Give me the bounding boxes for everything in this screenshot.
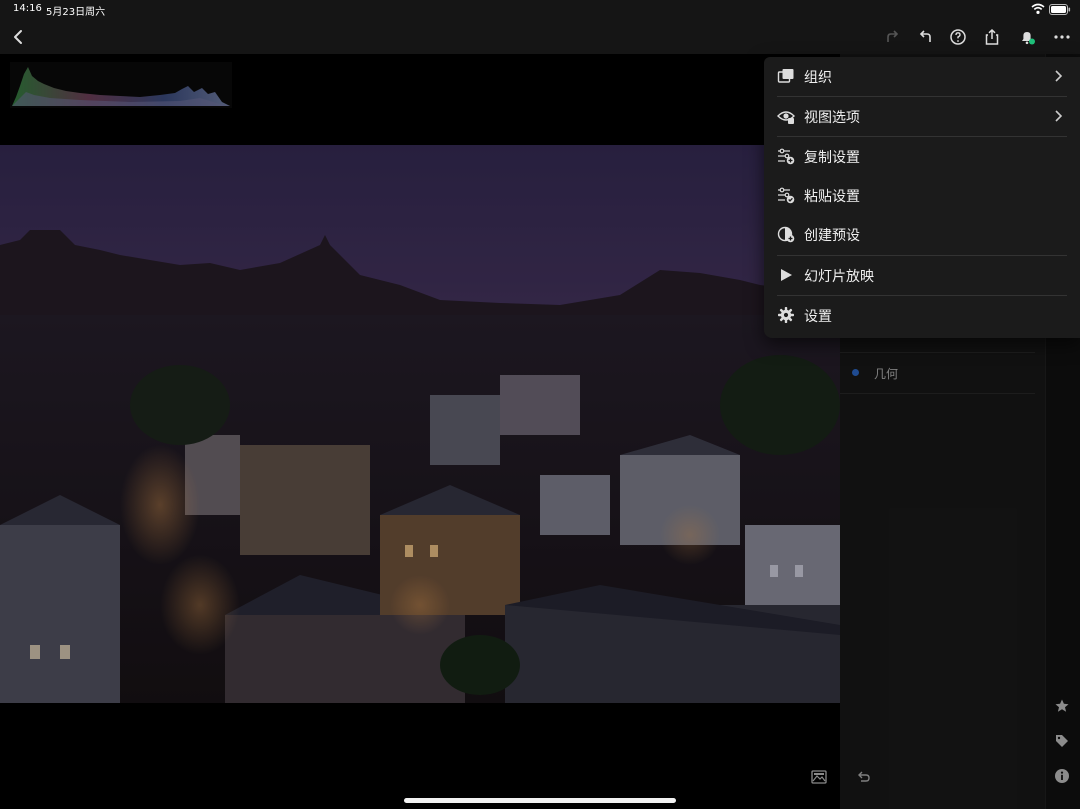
status-date: 5月23日周六 [46, 7, 106, 18]
share-icon[interactable] [982, 27, 1002, 47]
panel-divider [840, 393, 1035, 394]
compare-view-icon[interactable] [811, 769, 827, 785]
photo-city-dusk [0, 145, 840, 703]
home-indicator[interactable] [404, 798, 676, 803]
status-time: 14:16 [13, 3, 42, 14]
menu-item-create-preset[interactable]: 创建预设 [764, 215, 1080, 254]
reset-icon[interactable] [856, 769, 872, 785]
panel-item-indicator [852, 369, 859, 376]
wifi-icon [1031, 3, 1045, 14]
menu-item-copy-settings[interactable]: 复制设置 [764, 137, 1080, 176]
battery-icon [1049, 4, 1071, 15]
tag-icon[interactable] [1054, 733, 1070, 749]
info-icon[interactable] [1054, 768, 1070, 784]
menu-item-slideshow[interactable]: 幻灯片放映 [764, 256, 1080, 295]
help-icon[interactable] [948, 27, 968, 47]
more-options-menu: 组织 视图选项 复制设置 粘贴设置 创建预设 幻灯片放映 设置 [764, 57, 1080, 338]
histogram [10, 62, 232, 108]
menu-item-label: 粘贴设置 [804, 189, 860, 205]
notification-bell-icon[interactable] [1017, 27, 1037, 47]
menu-item-label: 设置 [804, 309, 832, 325]
menu-item-label: 复制设置 [804, 150, 860, 166]
star-icon[interactable] [1054, 698, 1070, 714]
create-preset-icon [777, 226, 795, 243]
chevron-right-icon [1055, 110, 1063, 122]
status-bar: 14:16 5月23日周六 [0, 0, 1080, 20]
menu-item-view-options[interactable]: 视图选项 [764, 97, 1080, 136]
paste-settings-icon [778, 187, 795, 204]
menu-item-organize[interactable]: 组织 [764, 57, 1080, 96]
app-root: 14:16 5月23日周六 几何 组织 视图选项 复制设置 粘贴设置 创建预设 … [0, 0, 1080, 809]
gear-icon [778, 307, 794, 323]
panel-item-geometry[interactable]: 几何 [840, 353, 1045, 393]
copy-settings-icon [778, 148, 795, 165]
top-toolbar [0, 20, 1080, 54]
menu-item-settings[interactable]: 设置 [764, 296, 1080, 335]
slideshow-play-icon [781, 269, 792, 281]
panel-item-label: 几何 [874, 367, 899, 381]
menu-item-label: 幻灯片放映 [804, 269, 874, 285]
back-chevron-icon[interactable] [8, 27, 28, 47]
more-icon[interactable] [1052, 27, 1072, 47]
redo-icon[interactable] [882, 27, 902, 47]
view-options-icon [777, 111, 795, 124]
undo-icon[interactable] [916, 27, 936, 47]
organize-icon [777, 69, 794, 83]
menu-item-label: 视图选项 [804, 110, 860, 126]
chevron-right-icon [1055, 70, 1063, 82]
menu-item-paste-settings[interactable]: 粘贴设置 [764, 176, 1080, 215]
menu-item-label: 创建预设 [804, 228, 860, 244]
menu-item-label: 组织 [804, 70, 832, 86]
